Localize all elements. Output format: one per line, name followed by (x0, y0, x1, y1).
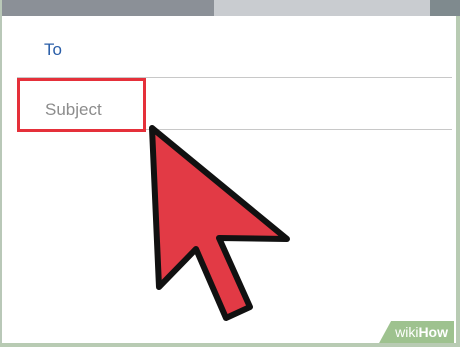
wikihow-watermark: wikiHow (379, 321, 454, 343)
email-compose-window: To Subject wikiHow (0, 0, 460, 347)
window-bottom-edge (0, 343, 460, 347)
watermark-how-text: How (418, 324, 448, 340)
watermark-wiki-text: wiki (395, 324, 419, 340)
arrow-pointer-icon (149, 125, 290, 321)
